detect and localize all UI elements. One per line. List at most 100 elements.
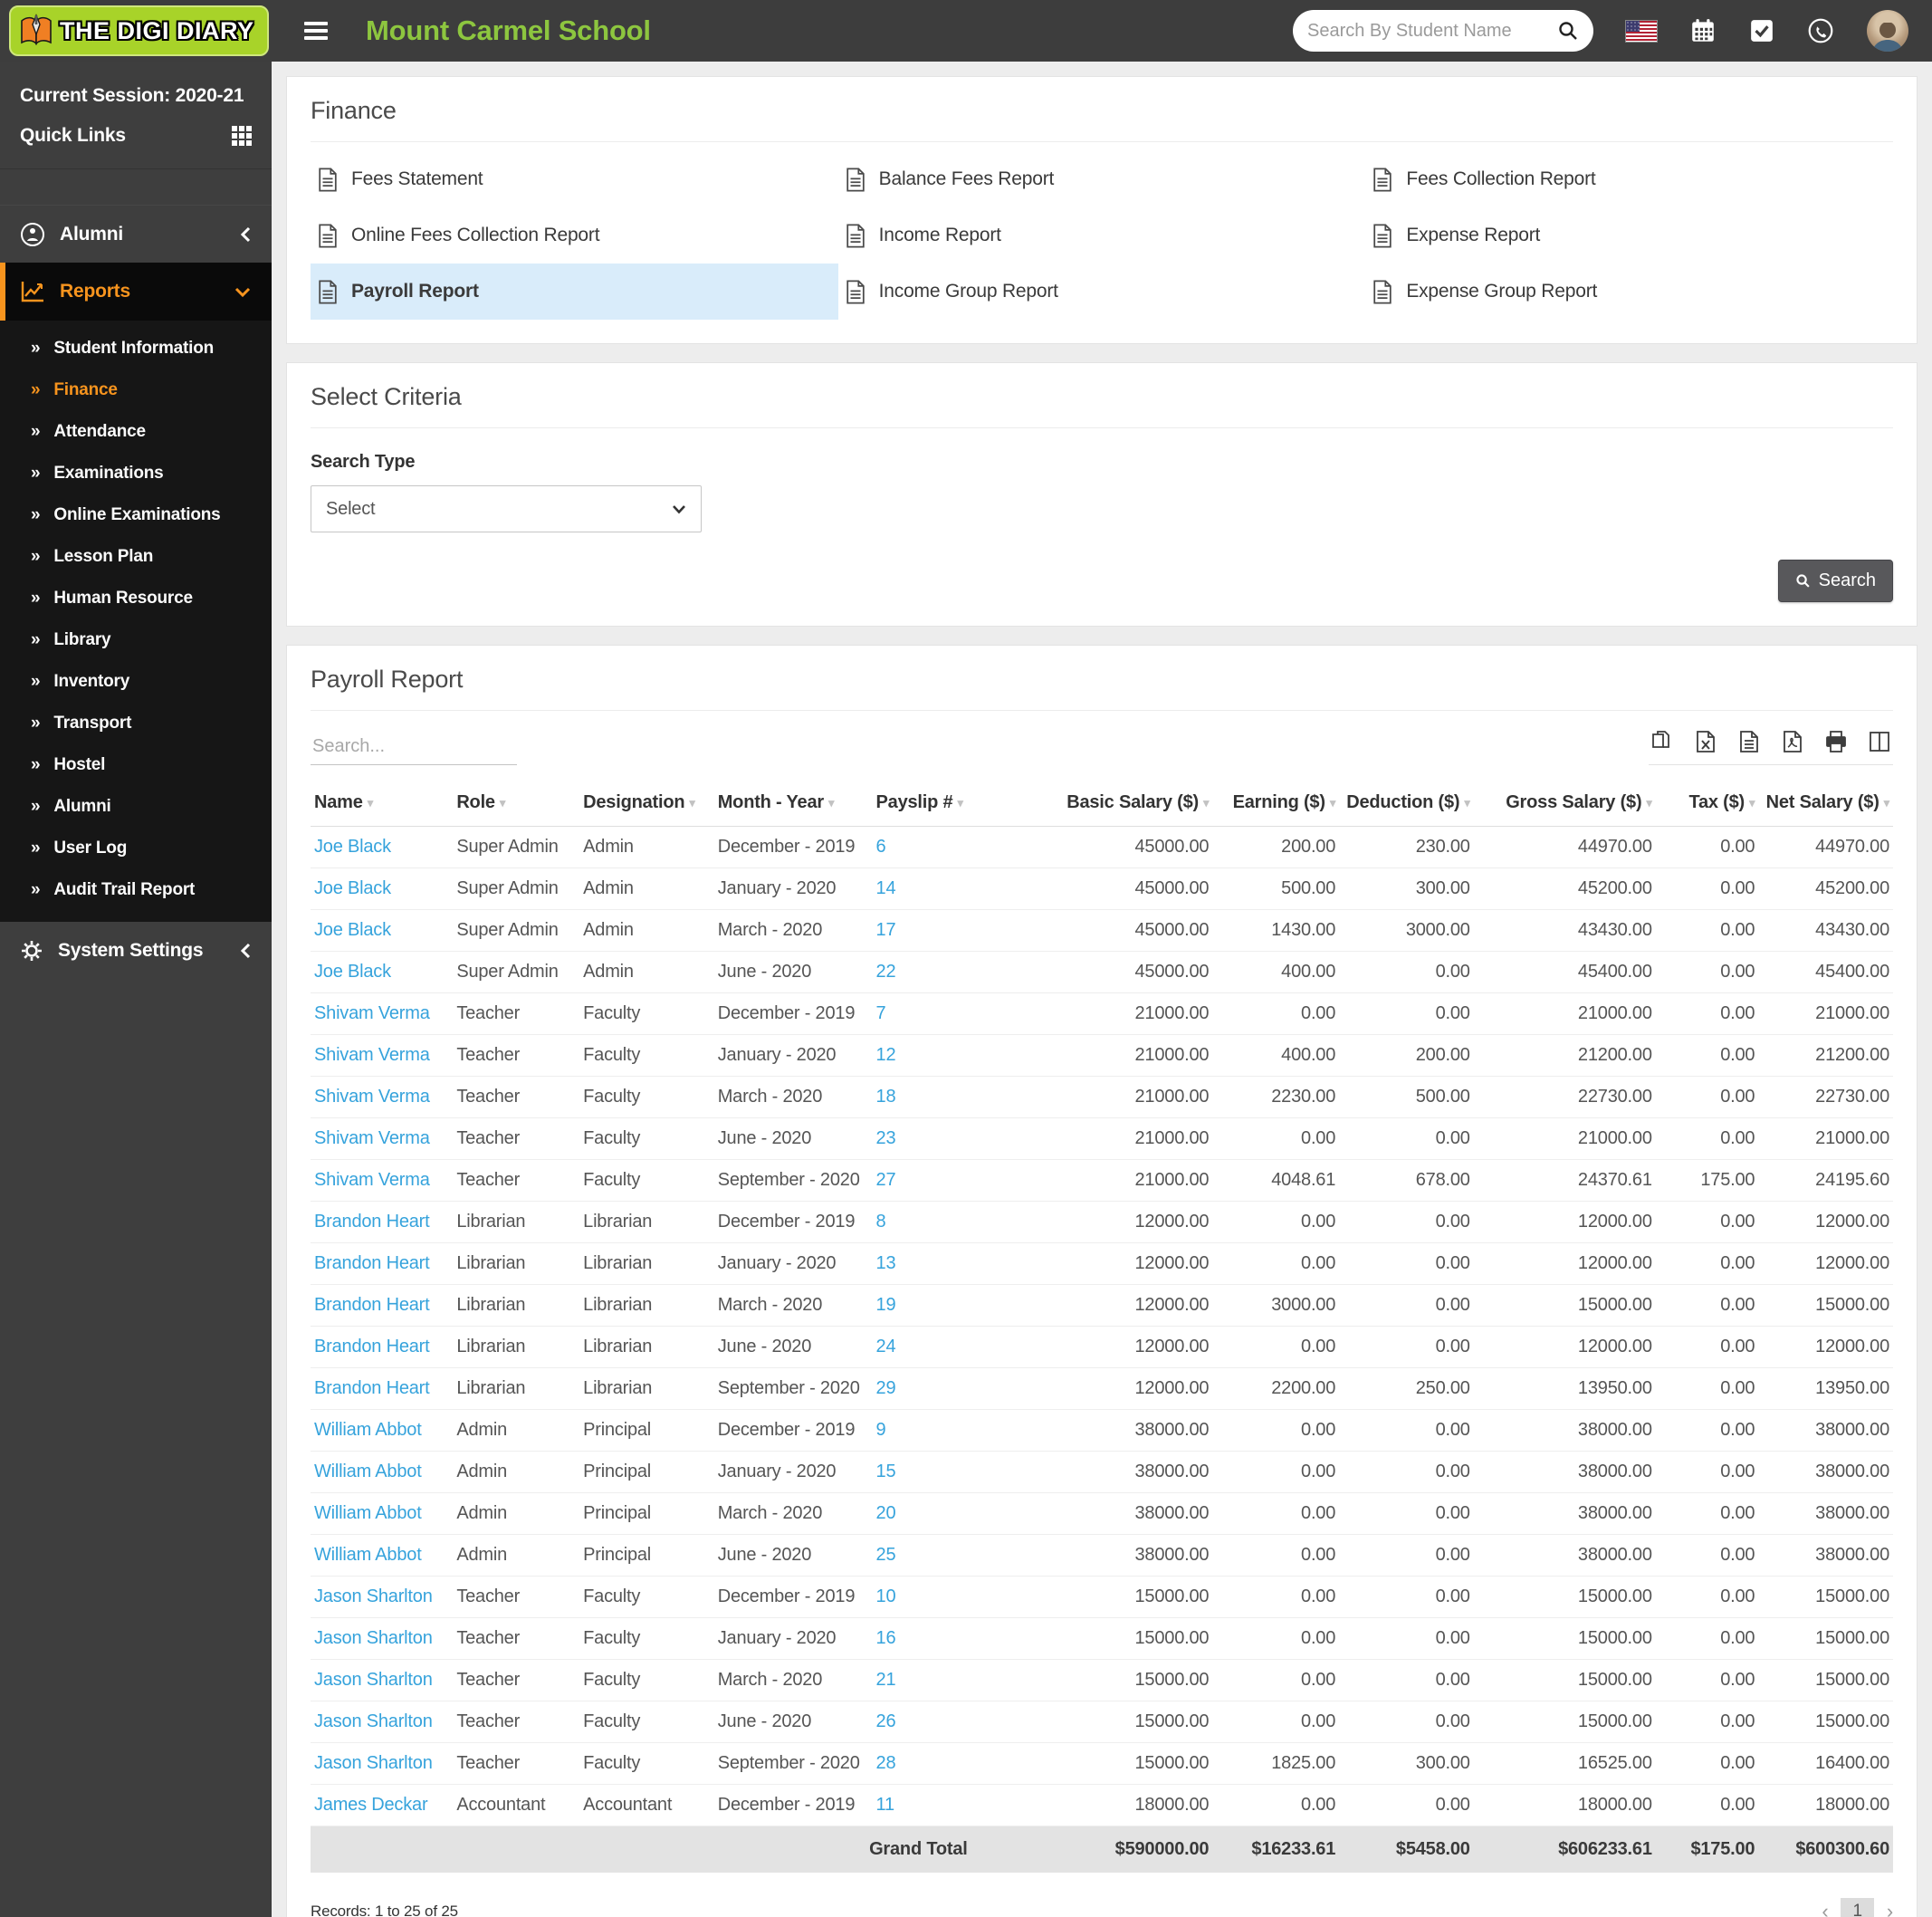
cell-name[interactable]: Brandon Heart <box>311 1326 454 1368</box>
cell-payslip[interactable]: 28 <box>872 1742 991 1785</box>
hamburger-menu-icon[interactable] <box>304 18 328 43</box>
cell-name[interactable]: Shivam Verma <box>311 1076 454 1118</box>
col-header-payslip[interactable]: Payslip # ▾ <box>872 780 991 827</box>
cell-name[interactable]: Joe Black <box>311 909 454 952</box>
col-header-basic-salary[interactable]: Basic Salary ($) ▾ <box>990 780 1213 827</box>
cell-name[interactable]: Jason Sharlton <box>311 1659 454 1701</box>
quick-links[interactable]: Quick Links <box>0 107 272 168</box>
cell-name[interactable]: Brandon Heart <box>311 1284 454 1327</box>
cell-name[interactable]: Shivam Verma <box>311 1034 454 1077</box>
col-header-deduction[interactable]: Deduction ($) ▾ <box>1339 780 1474 827</box>
cell-payslip[interactable]: 13 <box>872 1242 991 1285</box>
search-button[interactable]: Search <box>1777 560 1893 602</box>
link-payroll-report[interactable]: Payroll Report <box>311 264 838 320</box>
cell-payslip[interactable]: 15 <box>872 1451 991 1493</box>
cell-name[interactable]: James Deckar <box>311 1784 454 1826</box>
grid-icon[interactable] <box>232 126 252 146</box>
col-header-month-year[interactable]: Month - Year ▾ <box>713 780 873 827</box>
search-icon[interactable] <box>1557 20 1579 42</box>
cell-name[interactable]: Jason Sharlton <box>311 1701 454 1743</box>
sidebar-item-audit-trail-report[interactable]: » Audit Trail Report <box>0 869 272 911</box>
col-header-role[interactable]: Role ▾ <box>453 780 580 827</box>
user-avatar[interactable] <box>1867 10 1908 52</box>
link-fees-statement[interactable]: Fees Statement <box>311 151 838 207</box>
cell-payslip[interactable]: 8 <box>872 1201 991 1243</box>
cell-payslip[interactable]: 18 <box>872 1076 991 1118</box>
cell-name[interactable]: Brandon Heart <box>311 1242 454 1285</box>
next-page-icon[interactable]: › <box>1887 1900 1893 1917</box>
cell-name[interactable]: Brandon Heart <box>311 1201 454 1243</box>
link-online-fees-collection-report[interactable]: Online Fees Collection Report <box>311 207 838 264</box>
sidebar-item-reports[interactable]: Reports <box>0 263 272 321</box>
link-income-group-report[interactable]: Income Group Report <box>838 264 1366 320</box>
sidebar-item-human-resource[interactable]: » Human Resource <box>0 578 272 619</box>
col-header-tax[interactable]: Tax ($) ▾ <box>1655 780 1759 827</box>
col-header-earning[interactable]: Earning ($) ▾ <box>1212 780 1340 827</box>
sidebar-item-user-log[interactable]: » User Log <box>0 828 272 869</box>
cell-payslip[interactable]: 26 <box>872 1701 991 1743</box>
cell-payslip[interactable]: 24 <box>872 1326 991 1368</box>
cell-payslip[interactable]: 7 <box>872 992 991 1035</box>
col-header-net-salary[interactable]: Net Salary ($) ▾ <box>1758 780 1893 827</box>
sidebar-item-alumni-report[interactable]: » Alumni <box>0 786 272 828</box>
task-check-icon[interactable] <box>1749 18 1774 43</box>
cell-payslip[interactable]: 14 <box>872 867 991 910</box>
cell-name[interactable]: Shivam Verma <box>311 992 454 1035</box>
col-header-name[interactable]: Name ▾ <box>311 780 454 827</box>
link-balance-fees-report[interactable]: Balance Fees Report <box>838 151 1366 207</box>
col-header-designation[interactable]: Designation ▾ <box>579 780 714 827</box>
cell-payslip[interactable]: 9 <box>872 1409 991 1452</box>
cell-name[interactable]: William Abbot <box>311 1534 454 1577</box>
cell-payslip[interactable]: 23 <box>872 1117 991 1160</box>
cell-payslip[interactable]: 16 <box>872 1617 991 1660</box>
cell-name[interactable]: Shivam Verma <box>311 1159 454 1202</box>
cell-name[interactable]: Shivam Verma <box>311 1117 454 1160</box>
cell-name[interactable]: Jason Sharlton <box>311 1576 454 1618</box>
sidebar-item-hostel[interactable]: » Hostel <box>0 744 272 786</box>
print-icon[interactable] <box>1824 730 1848 753</box>
col-header-gross-salary[interactable]: Gross Salary ($) ▾ <box>1473 780 1656 827</box>
sidebar-item-student-information[interactable]: » Student Information <box>0 328 272 369</box>
column-visibility-icon[interactable] <box>1868 730 1891 753</box>
link-expense-group-report[interactable]: Expense Group Report <box>1365 264 1893 320</box>
link-expense-report[interactable]: Expense Report <box>1365 207 1893 264</box>
cell-payslip[interactable]: 21 <box>872 1659 991 1701</box>
copy-icon[interactable] <box>1650 730 1674 753</box>
sidebar-item-inventory[interactable]: » Inventory <box>0 661 272 703</box>
link-fees-collection-report[interactable]: Fees Collection Report <box>1365 151 1893 207</box>
cell-payslip[interactable]: 22 <box>872 951 991 993</box>
cell-name[interactable]: Jason Sharlton <box>311 1742 454 1785</box>
cell-payslip[interactable]: 20 <box>872 1492 991 1535</box>
cell-payslip[interactable]: 17 <box>872 909 991 952</box>
search-type-select[interactable]: Select <box>311 485 702 532</box>
cell-payslip[interactable]: 29 <box>872 1367 991 1410</box>
excel-export-icon[interactable] <box>1694 730 1717 753</box>
cell-payslip[interactable]: 19 <box>872 1284 991 1327</box>
prev-page-icon[interactable]: ‹ <box>1822 1900 1828 1917</box>
cell-name[interactable]: Jason Sharlton <box>311 1617 454 1660</box>
csv-export-icon[interactable] <box>1737 730 1761 753</box>
cell-payslip[interactable]: 27 <box>872 1159 991 1202</box>
cell-payslip[interactable]: 25 <box>872 1534 991 1577</box>
sidebar-item-alumni[interactable]: Alumni <box>0 205 272 263</box>
us-flag-icon[interactable] <box>1626 20 1657 42</box>
cell-name[interactable]: Joe Black <box>311 951 454 993</box>
cell-payslip[interactable]: 6 <box>872 826 991 868</box>
sidebar-item-online-examinations[interactable]: » Online Examinations <box>0 494 272 536</box>
sidebar-item-library[interactable]: » Library <box>0 619 272 661</box>
cell-name[interactable]: Brandon Heart <box>311 1367 454 1410</box>
sidebar-item-examinations[interactable]: » Examinations <box>0 453 272 494</box>
cell-name[interactable]: William Abbot <box>311 1451 454 1493</box>
cell-name[interactable]: William Abbot <box>311 1492 454 1535</box>
sidebar-item-lesson-plan[interactable]: » Lesson Plan <box>0 536 272 578</box>
cell-payslip[interactable]: 10 <box>872 1576 991 1618</box>
cell-name[interactable]: William Abbot <box>311 1409 454 1452</box>
sidebar-item-transport[interactable]: » Transport <box>0 703 272 744</box>
table-search-input[interactable] <box>311 729 517 765</box>
cell-name[interactable]: Joe Black <box>311 867 454 910</box>
sidebar-item-finance[interactable]: » Finance <box>0 369 272 411</box>
student-search-input[interactable] <box>1307 20 1550 42</box>
cell-payslip[interactable]: 11 <box>872 1784 991 1826</box>
link-income-report[interactable]: Income Report <box>838 207 1366 264</box>
cell-name[interactable]: Joe Black <box>311 826 454 868</box>
